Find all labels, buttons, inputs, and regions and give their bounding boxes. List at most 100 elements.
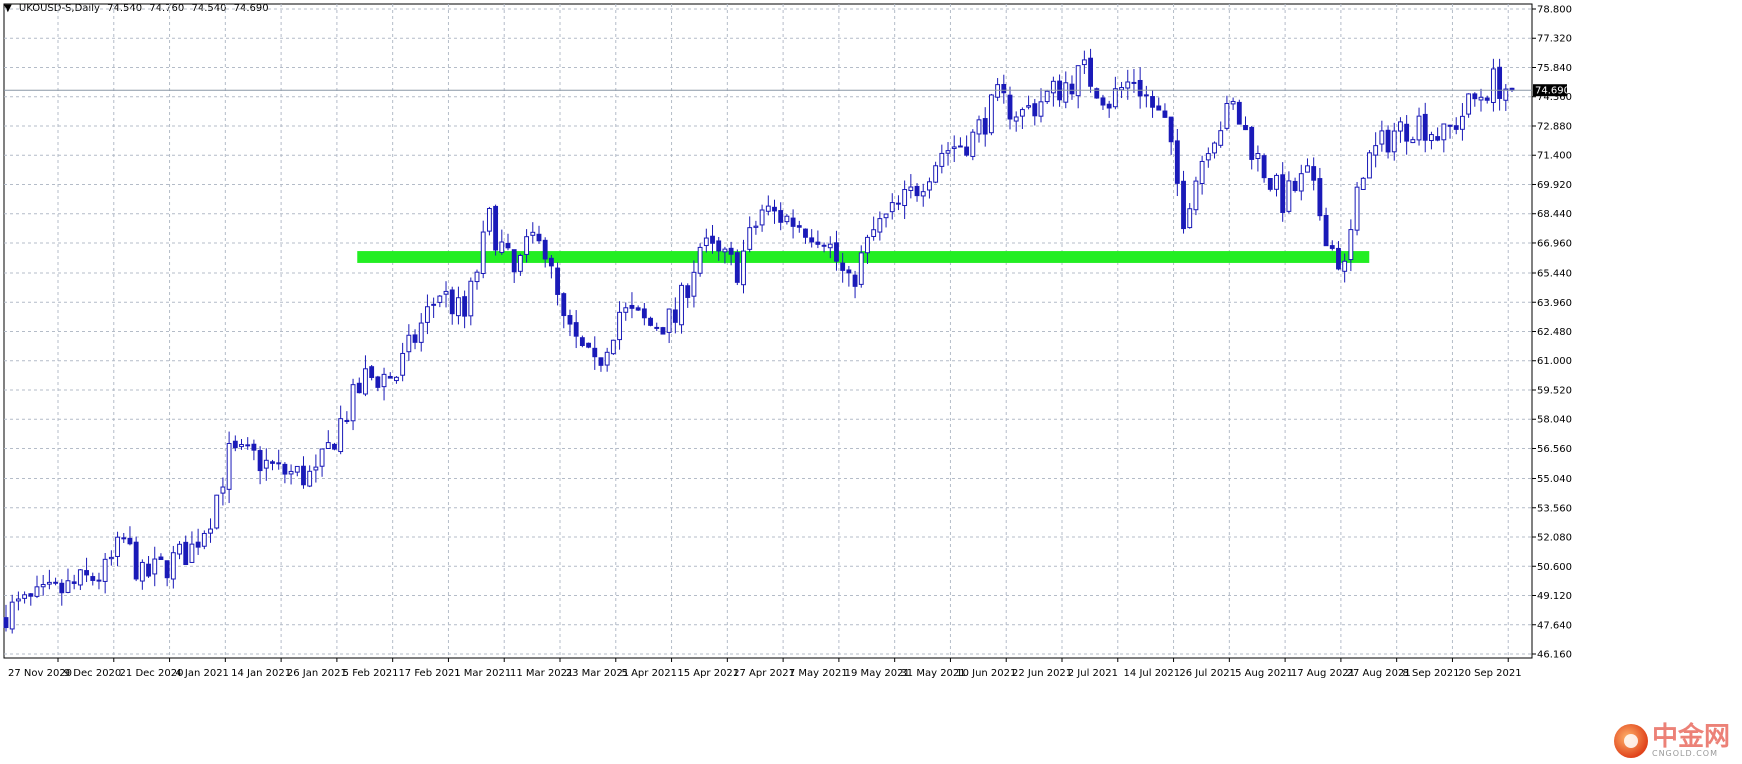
candle-body xyxy=(189,543,195,563)
candle-body xyxy=(307,470,313,487)
candle-body xyxy=(722,248,728,253)
y-tick-label: 55.040 xyxy=(1537,474,1572,485)
candle-body xyxy=(1336,247,1341,270)
x-tick-label: 20 Sep 2021 xyxy=(1458,668,1521,679)
candle-body xyxy=(1379,130,1385,145)
candle-body xyxy=(1267,178,1273,190)
candle-body xyxy=(691,271,697,297)
candle-body xyxy=(1422,113,1428,141)
candle-body xyxy=(784,215,790,223)
candle-body xyxy=(344,419,350,422)
y-tick-label: 47.640 xyxy=(1537,620,1572,631)
x-tick-label: 27 Apr 2021 xyxy=(733,668,795,679)
candle-body xyxy=(939,152,945,167)
candle-body xyxy=(660,327,666,335)
candle-body xyxy=(734,252,740,283)
candle-body xyxy=(1119,87,1124,91)
x-tick-label: 26 Jul 2021 xyxy=(1179,668,1236,679)
candlestick-chart[interactable]: 74.690 78.800 77.320 75.840 74.360 72.880 71.… xyxy=(0,0,1742,764)
candle-body xyxy=(1280,174,1286,213)
candle-body xyxy=(245,444,251,447)
candle-body xyxy=(598,357,604,366)
candle-body xyxy=(654,326,660,329)
candle-body xyxy=(1323,214,1329,247)
candle-body xyxy=(1348,229,1354,261)
y-tick-label: 66.960 xyxy=(1537,238,1572,249)
candle-body xyxy=(449,289,455,315)
y-tick-label: 65.440 xyxy=(1537,269,1572,280)
y-tick-label: 52.080 xyxy=(1537,533,1572,544)
candle-body xyxy=(517,254,523,272)
candle-body xyxy=(1174,140,1180,184)
candle-body xyxy=(1391,130,1397,153)
x-tick-label: 1 Mar 2021 xyxy=(454,668,511,679)
candle-body xyxy=(1249,126,1255,160)
candle-body xyxy=(133,541,139,580)
candle-body xyxy=(548,257,554,267)
candle-body xyxy=(1503,88,1509,101)
candle-body xyxy=(815,241,821,245)
candle-body xyxy=(1013,116,1019,122)
x-tick-label: 10 Jun 2021 xyxy=(956,668,1016,679)
candle-body xyxy=(567,315,573,325)
candle-body xyxy=(1305,165,1310,173)
candle-body xyxy=(542,239,548,260)
candle-body xyxy=(257,450,263,472)
candle-body xyxy=(350,384,356,422)
candle-body xyxy=(896,202,901,205)
candle-body xyxy=(1459,115,1465,130)
candle-body xyxy=(672,309,678,323)
candle-body xyxy=(803,228,808,238)
candle-body xyxy=(214,494,220,529)
candle-body xyxy=(877,218,883,233)
x-tick-label: 9 Dec 2020 xyxy=(64,668,122,679)
candle-body xyxy=(77,569,83,586)
candle-body xyxy=(152,558,158,575)
candle-body xyxy=(1484,97,1490,101)
candle-body xyxy=(1218,130,1224,146)
candle-body xyxy=(759,209,765,226)
candle-body xyxy=(53,581,59,584)
candle-body xyxy=(1398,121,1403,132)
y-tick-label: 63.960 xyxy=(1537,298,1572,309)
candles xyxy=(3,48,1515,634)
cngold-watermark: 中金网 CNGOLD.COM xyxy=(1613,724,1730,758)
candle-body xyxy=(499,241,505,253)
candle-body xyxy=(914,185,920,197)
candle-body xyxy=(170,552,176,580)
y-tick-label: 49.120 xyxy=(1537,591,1572,602)
candle-body xyxy=(313,466,319,471)
candle-body xyxy=(511,249,517,273)
candle-body xyxy=(1478,96,1484,101)
candle-body xyxy=(3,617,9,629)
candle-body xyxy=(778,210,784,223)
candle-body xyxy=(1137,79,1143,97)
x-tick-label: 26 Jan 2021 xyxy=(287,668,347,679)
candle-body xyxy=(276,462,282,465)
candle-body xyxy=(363,368,368,395)
candle-body xyxy=(753,225,759,228)
candle-body xyxy=(1255,153,1261,160)
candle-body xyxy=(1199,160,1205,185)
candle-body xyxy=(139,561,145,582)
candle-body xyxy=(164,560,170,579)
x-tick-label: 5 Feb 2021 xyxy=(343,668,399,679)
y-tick-label: 74.360 xyxy=(1537,92,1572,103)
candle-body xyxy=(840,262,846,271)
candle-body xyxy=(976,119,982,135)
candle-body xyxy=(610,339,616,355)
candle-body xyxy=(1187,208,1193,229)
y-tick-label: 71.400 xyxy=(1537,151,1572,162)
candle-body xyxy=(65,580,71,593)
candle-body xyxy=(220,486,226,494)
candle-body xyxy=(988,94,994,134)
candle-body xyxy=(933,165,939,183)
candle-body xyxy=(1131,81,1137,84)
candle-body xyxy=(239,444,244,448)
x-tick-label: 4 Jan 2021 xyxy=(175,668,229,679)
candle-body xyxy=(1081,59,1087,66)
candle-body xyxy=(325,442,331,449)
candle-body xyxy=(437,295,443,303)
candle-body xyxy=(15,598,21,602)
candle-body xyxy=(641,308,647,319)
